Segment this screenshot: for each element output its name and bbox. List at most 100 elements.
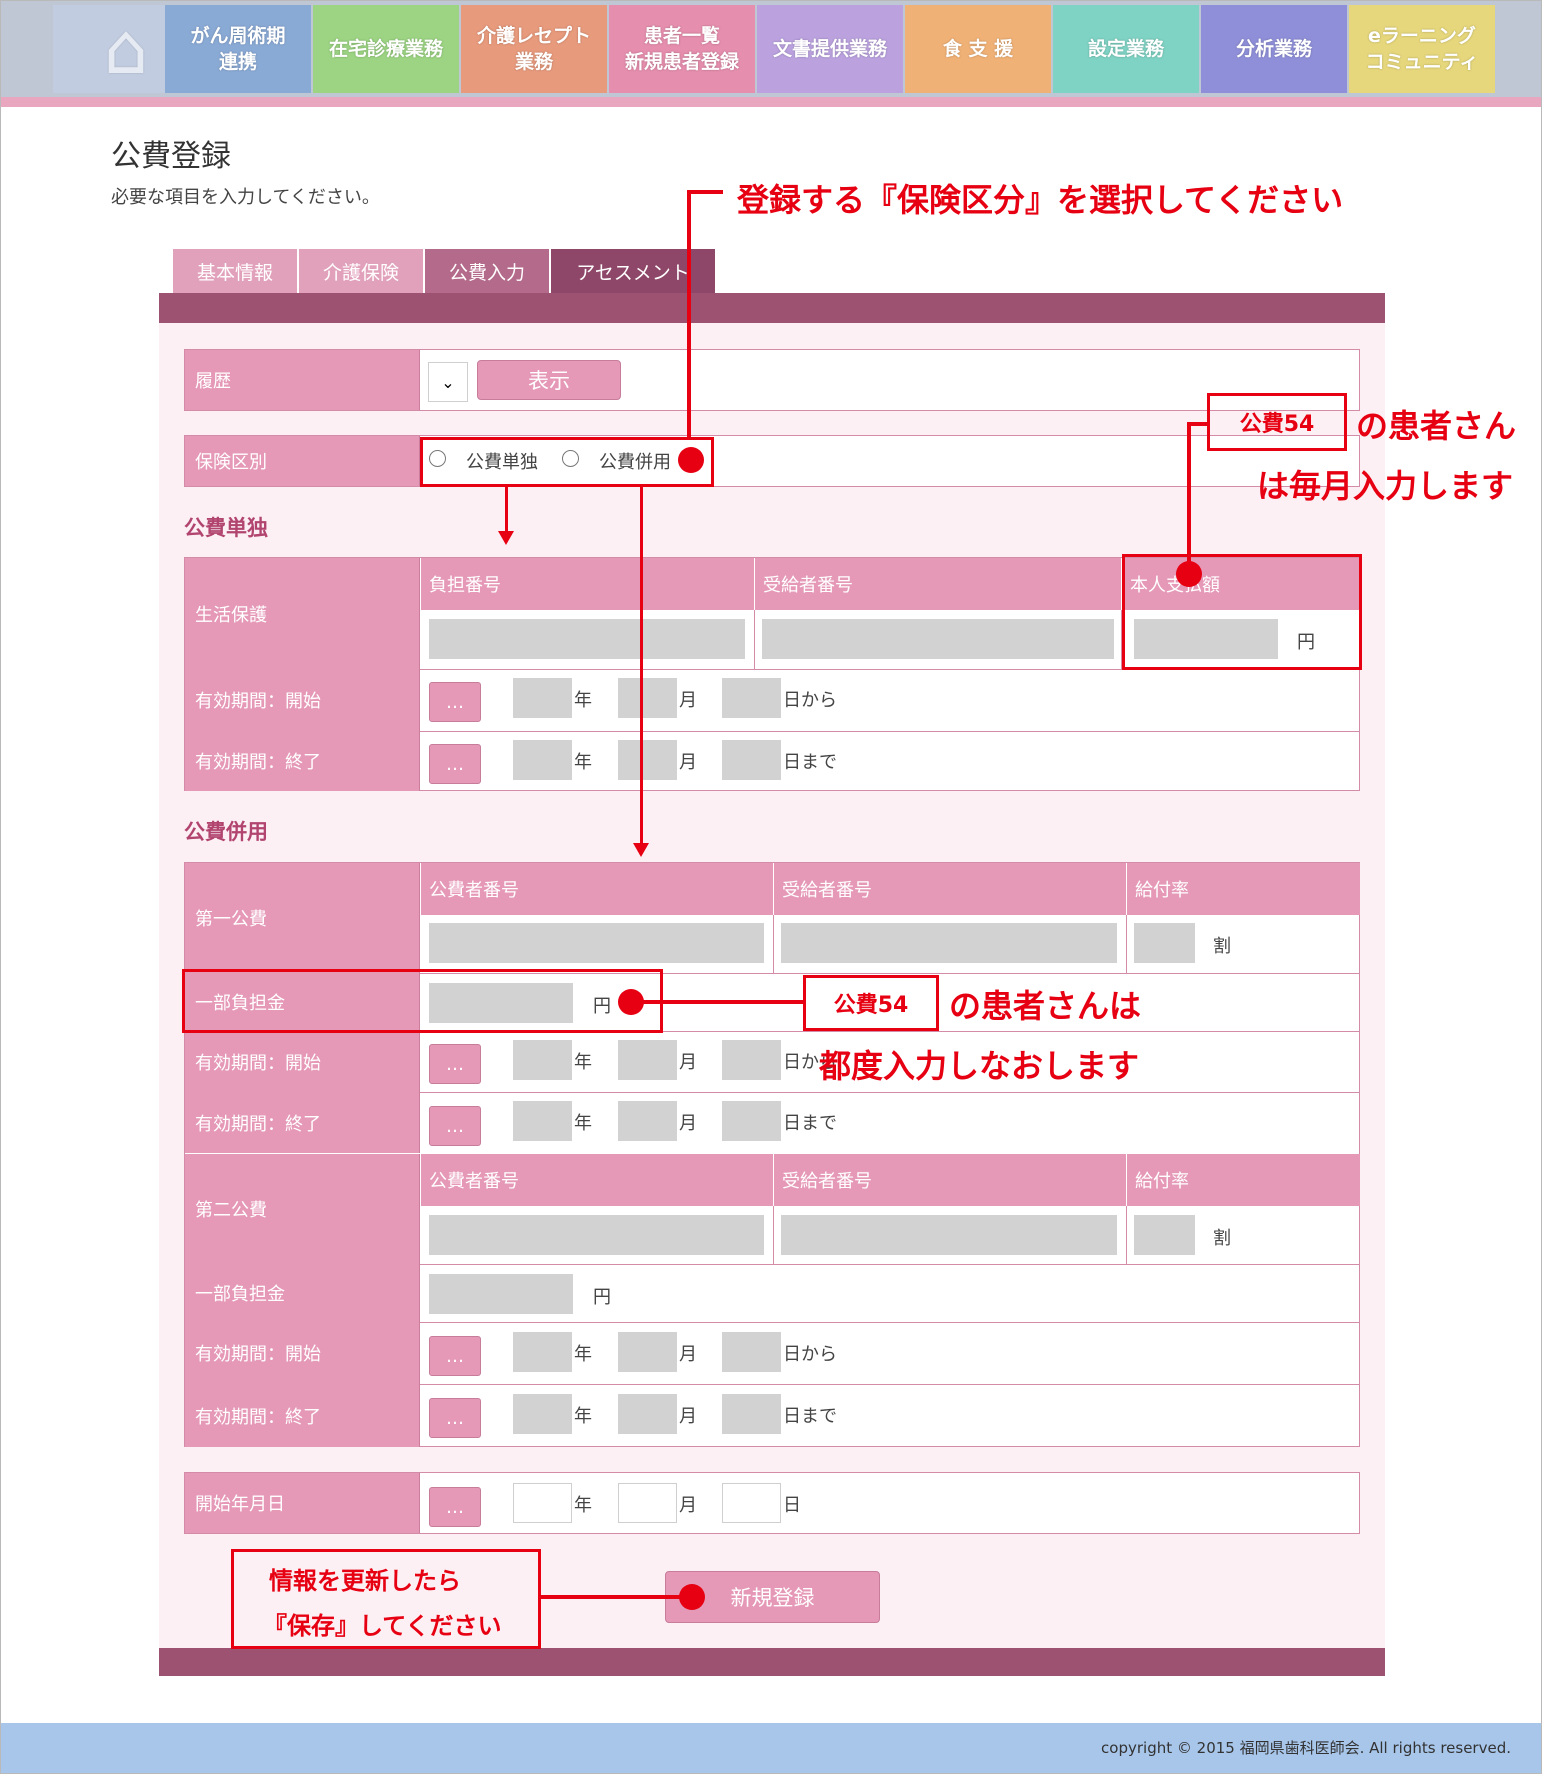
tab-basic-info[interactable]: 基本情報 [173,249,297,293]
second-benefit-rate-header: 給付率 [1126,1154,1360,1206]
second-start-year[interactable] [513,1332,572,1372]
second-partial-label: 一部負担金 [185,1264,420,1322]
second-expense-number-input[interactable] [429,1215,764,1255]
show-button[interactable]: 表示 [477,360,621,400]
second-end-year[interactable] [513,1394,572,1434]
day-from-unit: 日から [783,1344,837,1365]
year-unit: 年 [574,690,592,711]
second-partial-input[interactable] [429,1274,573,1314]
annotation-line [541,1595,691,1599]
year-unit: 年 [574,1052,592,1073]
first-expense-label: 第一公費 [185,863,420,973]
month-unit: 月 [679,690,697,711]
year-unit: 年 [574,752,592,773]
first-end-day[interactable] [722,1101,781,1141]
year-unit: 年 [574,1406,592,1427]
year-unit: 年 [574,1344,592,1365]
nav-tile-label: 設定業務 [1087,38,1164,60]
single-end-month[interactable] [618,740,677,780]
second-recipient-number-header: 受給者番号 [773,1154,1126,1206]
annotation-kohi54-label: 公費54 [1207,393,1347,451]
start-date-month[interactable] [618,1483,677,1523]
single-start-picker[interactable]: … [429,682,481,722]
nav-tile-6[interactable]: 設定業務 [1053,5,1199,93]
first-recipient-number-input[interactable] [781,923,1117,963]
house-icon: ⌂ [103,8,149,90]
first-start-month[interactable] [618,1040,677,1080]
nav-tile-3[interactable]: 患者一覧 新規患者登録 [609,5,755,93]
annotation-each-1: の患者さんは [949,987,1142,1025]
first-end-picker[interactable]: … [429,1106,481,1146]
first-recipient-number-header: 受給者番号 [773,863,1126,915]
first-start-day[interactable] [722,1040,781,1080]
rate-unit: 割 [1213,936,1231,957]
second-recipient-number-input[interactable] [781,1215,1117,1255]
first-end-label: 有効期間：終了 [185,1092,420,1153]
second-expense-label: 第二公費 [185,1154,420,1264]
nav-underline [1,97,1541,107]
single-end-label: 有効期間：終了 [185,731,420,791]
day-to-unit: 日まで [783,1406,837,1427]
page-title: 公費登録 [111,139,231,174]
first-start-picker[interactable]: … [429,1044,481,1084]
second-start-day[interactable] [722,1332,781,1372]
nav-tile-1[interactable]: 在宅診療業務 [313,5,459,93]
annotation-marker [679,1584,705,1610]
yen-unit: 円 [593,1287,611,1308]
first-start-year[interactable] [513,1040,572,1080]
welfare-label: 生活保護 [185,558,420,669]
annotation-each-2: 都度入力しなおします [819,1047,1140,1085]
history-select[interactable]: ⌄ [428,362,468,402]
first-benefit-rate-header: 給付率 [1126,863,1360,915]
single-start-month[interactable] [618,678,677,718]
nav-tile-0[interactable]: がん周術期 連携 [165,5,311,93]
annotation-highlight-insurance [420,437,714,487]
month-unit: 月 [679,1113,697,1134]
single-start-day[interactable] [722,678,781,718]
rate-unit: 割 [1213,1228,1231,1249]
first-end-month[interactable] [618,1101,677,1141]
recipient-number-input[interactable] [762,619,1114,659]
annotation-highlight-self-payment [1122,554,1362,670]
annotation-highlight-partial [182,969,663,1033]
nav-tile-4[interactable]: 文書提供業務 [757,5,903,93]
month-unit: 月 [679,752,697,773]
nav-tile-7[interactable]: 分析業務 [1201,5,1347,93]
day-unit: 日 [783,1495,801,1516]
month-unit: 月 [679,1406,697,1427]
nav-tile-8[interactable]: eラーニング コミュニティ [1349,5,1495,93]
single-end-picker[interactable]: … [429,744,481,784]
second-start-picker[interactable]: … [429,1336,481,1376]
nav-tile-2[interactable]: 介護レセプト 業務 [461,5,607,93]
second-start-month[interactable] [618,1332,677,1372]
first-benefit-rate-input[interactable] [1134,923,1195,963]
tab-public-expense[interactable]: 公費入力 [425,249,549,293]
single-end-day[interactable] [722,740,781,780]
second-end-month[interactable] [618,1394,677,1434]
first-end-year[interactable] [513,1101,572,1141]
second-end-day[interactable] [722,1394,781,1434]
annotation-kohi54-label-2: 公費54 [803,975,939,1031]
nav-tile-label: 在宅診療業務 [328,38,443,60]
burden-number-input[interactable] [429,619,745,659]
second-end-picker[interactable]: … [429,1398,481,1438]
annotation-arrow-head [633,843,649,857]
tab-care-insurance[interactable]: 介護保険 [299,249,423,293]
chevron-down-icon: ⌄ [441,372,455,392]
first-expense-number-input[interactable] [429,923,764,963]
nav-tile-5[interactable]: 食 支 援 [905,5,1051,93]
annotation-line [631,1000,803,1004]
nav-tile-label: 患者一覧 新規患者登録 [624,25,739,73]
second-benefit-rate-input[interactable] [1134,1215,1195,1255]
start-date-year[interactable] [513,1483,572,1523]
first-start-label: 有効期間：開始 [185,1031,420,1092]
start-date-day[interactable] [722,1483,781,1523]
single-start-year[interactable] [513,678,572,718]
page-subtitle: 必要な項目を入力してください。 [111,187,380,208]
start-date-picker[interactable]: … [429,1487,481,1527]
single-end-year[interactable] [513,740,572,780]
nav-tile-label: がん周術期 連携 [190,25,286,73]
nav-tile-label: 文書提供業務 [772,38,887,60]
copyright: copyright © 2015 福岡県歯科医師会. All rights re… [1101,1739,1511,1757]
nav-tile-label: 食 支 援 [942,38,1014,60]
